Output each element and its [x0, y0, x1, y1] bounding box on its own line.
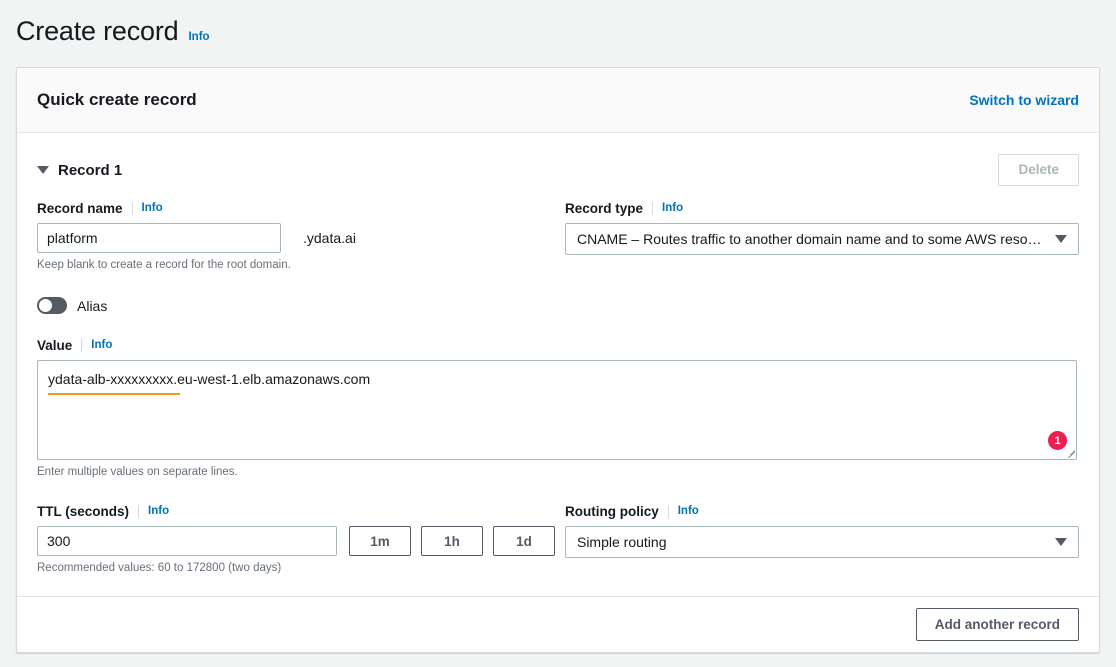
alias-toggle[interactable]	[37, 297, 67, 314]
alias-toggle-row: Alias	[37, 297, 1079, 314]
label-separator	[667, 504, 669, 518]
spellcheck-underline	[48, 393, 180, 395]
page-header: Create record Info	[16, 14, 210, 48]
ttl-label: TTL (seconds)	[37, 503, 130, 519]
record-header-left: Record 1	[37, 162, 122, 179]
panel-footer: Add another record	[17, 596, 1099, 652]
delete-button[interactable]: Delete	[998, 154, 1079, 186]
record-name-field: Record name Info .ydata.ai Keep blank to…	[37, 199, 565, 273]
quick-create-panel: Quick create record Switch to wizard Rec…	[16, 67, 1100, 653]
routing-policy-select[interactable]: Simple routing	[564, 526, 1079, 558]
create-record-page: Create record Info Quick create record S…	[0, 0, 1116, 667]
routing-policy-selected-value: Simple routing	[576, 534, 667, 550]
ttl-routing-row: TTL (seconds) Info 1m 1h 1d Recommended …	[37, 480, 1079, 576]
ttl-input[interactable]	[37, 526, 337, 556]
switch-to-wizard-link[interactable]: Switch to wizard	[969, 92, 1079, 108]
alias-label: Alias	[77, 297, 108, 314]
label-separator	[138, 504, 140, 518]
record-header-row: Record 1 Delete	[37, 153, 1079, 187]
ttl-input-row: 1m 1h 1d	[37, 526, 565, 556]
ttl-quick-1d[interactable]: 1d	[493, 526, 555, 556]
record-name-label: Record name	[37, 200, 123, 216]
record-name-suffix: .ydata.ai	[303, 230, 356, 246]
panel-title: Quick create record	[37, 90, 197, 109]
page-info-link[interactable]: Info	[188, 30, 209, 44]
page-title: Create record	[16, 16, 179, 46]
label-separator	[652, 201, 654, 215]
label-separator	[81, 338, 83, 352]
value-label-row: Value Info	[37, 336, 1079, 354]
chevron-down-icon	[1055, 235, 1067, 243]
record-name-input[interactable]	[37, 223, 281, 253]
routing-policy-label-row: Routing policy Info	[565, 502, 1079, 520]
record-type-select[interactable]: CNAME – Routes traffic to another domain…	[564, 223, 1079, 255]
record-name-label-row: Record name Info	[37, 199, 565, 217]
triangle-down-icon[interactable]	[37, 166, 49, 174]
record-label: Record 1	[58, 161, 123, 179]
record-type-label-row: Record type Info	[565, 199, 1079, 217]
value-textarea-wrap: 1	[37, 360, 1077, 460]
record-name-info-link[interactable]: Info	[142, 201, 163, 215]
ttl-label-row: TTL (seconds) Info	[37, 502, 565, 520]
textarea-resize-handle[interactable]	[1064, 447, 1075, 458]
value-label: Value	[37, 337, 73, 353]
ttl-info-link[interactable]: Info	[148, 504, 169, 518]
value-field: Value Info 1 Enter multiple values on se…	[37, 336, 1079, 480]
value-hint: Enter multiple values on separate lines.	[37, 466, 238, 478]
record-1-section: Record 1 Delete Record name Info .ydata.…	[17, 133, 1099, 596]
ttl-quick-1m[interactable]: 1m	[349, 526, 411, 556]
ttl-quick-1h[interactable]: 1h	[421, 526, 483, 556]
label-separator	[131, 201, 133, 215]
record-type-info-link[interactable]: Info	[662, 201, 683, 215]
ttl-field: TTL (seconds) Info 1m 1h 1d Recommended …	[37, 480, 565, 576]
routing-policy-info-link[interactable]: Info	[678, 504, 699, 518]
value-info-link[interactable]: Info	[91, 338, 112, 352]
routing-policy-field: Routing policy Info Simple routing	[564, 480, 1079, 576]
record-name-hint: Keep blank to create a record for the ro…	[37, 259, 291, 271]
name-type-row: Record name Info .ydata.ai Keep blank to…	[37, 199, 1079, 273]
alias-toggle-knob	[39, 299, 52, 312]
record-type-label: Record type	[564, 200, 644, 216]
add-another-record-button[interactable]: Add another record	[915, 608, 1079, 641]
record-name-input-row: .ydata.ai	[37, 223, 565, 253]
routing-policy-label: Routing policy	[564, 503, 659, 519]
ttl-quick-buttons: 1m 1h 1d	[349, 526, 555, 556]
panel-header: Quick create record Switch to wizard	[17, 68, 1099, 133]
record-type-field: Record type Info CNAME – Routes traffic …	[564, 199, 1079, 273]
record-type-selected-value: CNAME – Routes traffic to another domain…	[576, 231, 1042, 247]
chevron-down-icon	[1055, 538, 1067, 546]
ttl-hint: Recommended values: 60 to 172800 (two da…	[37, 562, 282, 574]
value-textarea[interactable]	[37, 360, 1077, 460]
